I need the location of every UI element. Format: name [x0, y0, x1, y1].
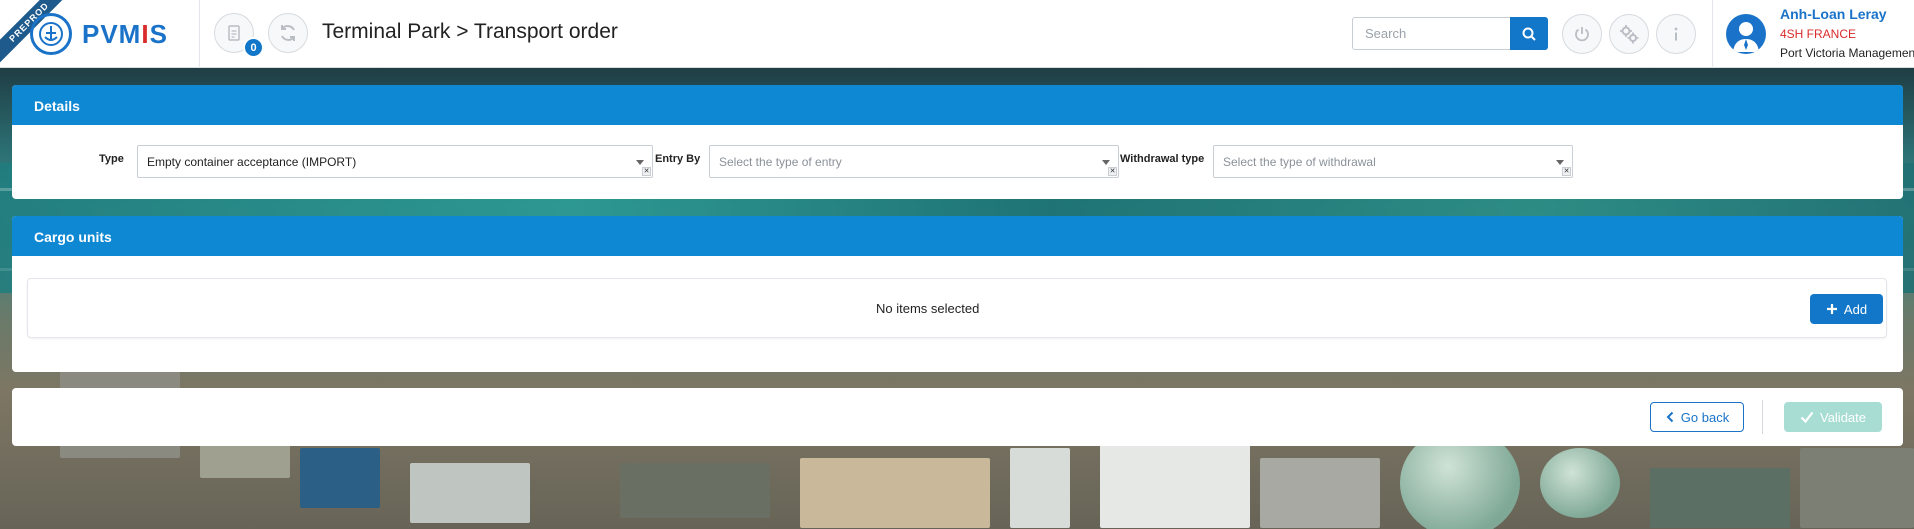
- settings-button[interactable]: [1609, 14, 1649, 54]
- user-company: 4SH FRANCE: [1780, 27, 1857, 41]
- empty-state-text: No items selected: [876, 301, 980, 316]
- withdrawal-type-placeholder: Select the type of withdrawal: [1223, 155, 1376, 169]
- refresh-icon: [281, 25, 295, 41]
- top-header: PREPROD PVMIS 0 Terminal Park > Transpor…: [0, 0, 1914, 68]
- type-select[interactable]: Empty container acceptance (IMPORT) ✕: [137, 145, 653, 178]
- chevron-down-icon: [636, 160, 644, 165]
- logo-emblem-icon: [30, 13, 72, 55]
- validate-label: Validate: [1819, 409, 1866, 425]
- info-icon: [1674, 27, 1678, 41]
- user-avatar-icon: [1726, 14, 1766, 54]
- breadcrumb: Terminal Park > Transport order: [322, 20, 618, 43]
- user-organization: Port Victoria Management: [1780, 46, 1914, 60]
- add-cargo-button[interactable]: Add: [1810, 294, 1883, 324]
- go-back-label: Go back: [1680, 409, 1730, 425]
- app-logo[interactable]: PVMIS: [82, 19, 168, 50]
- actions-panel: Go back Validate: [12, 388, 1903, 446]
- search-button[interactable]: [1510, 17, 1548, 50]
- go-back-button[interactable]: Go back: [1650, 402, 1744, 432]
- withdrawal-type-select[interactable]: Select the type of withdrawal ✕: [1213, 145, 1573, 178]
- entry-by-placeholder: Select the type of entry: [719, 155, 842, 169]
- withdrawal-type-label: Withdrawal type: [1120, 153, 1205, 165]
- type-label: Type: [99, 153, 124, 165]
- entry-by-select[interactable]: Select the type of entry ✕: [709, 145, 1119, 178]
- cargo-units-panel: Cargo units No items selected Add: [12, 216, 1903, 372]
- add-button-label: Add: [1843, 301, 1868, 317]
- user-profile[interactable]: Anh-Loan Leray 4SH FRANCE Port Victoria …: [1712, 0, 1914, 68]
- search-input[interactable]: [1352, 17, 1510, 50]
- plus-icon: [1826, 304, 1837, 314]
- chevron-down-icon: [1556, 160, 1564, 165]
- entry-by-label: Entry By: [655, 153, 701, 165]
- check-icon: [1800, 411, 1814, 423]
- refresh-button[interactable]: [268, 13, 308, 53]
- info-button[interactable]: [1656, 14, 1696, 54]
- divider: [1762, 400, 1763, 434]
- notification-badge: 0: [243, 37, 264, 58]
- logo-area: PREPROD PVMIS: [0, 0, 200, 68]
- user-name: Anh-Loan Leray: [1780, 6, 1887, 22]
- document-icon: [228, 25, 240, 41]
- chevron-down-icon: [1102, 160, 1110, 165]
- clear-icon: ✕: [1562, 167, 1571, 176]
- details-panel: Details Type Empty container acceptance …: [12, 85, 1903, 199]
- cargo-units-panel-title: Cargo units: [12, 216, 1903, 256]
- type-select-value: Empty container acceptance (IMPORT): [147, 155, 357, 169]
- clear-icon: ✕: [1108, 167, 1117, 176]
- details-panel-title: Details: [12, 85, 1903, 125]
- cargo-units-list: No items selected Add: [27, 278, 1887, 338]
- search-icon: [1522, 27, 1536, 41]
- chevron-left-icon: [1666, 411, 1673, 423]
- settings-icon: [1620, 25, 1639, 44]
- validate-button[interactable]: Validate: [1784, 402, 1882, 432]
- power-icon: [1575, 27, 1589, 42]
- clear-icon: ✕: [642, 167, 651, 176]
- logout-button[interactable]: [1562, 14, 1602, 54]
